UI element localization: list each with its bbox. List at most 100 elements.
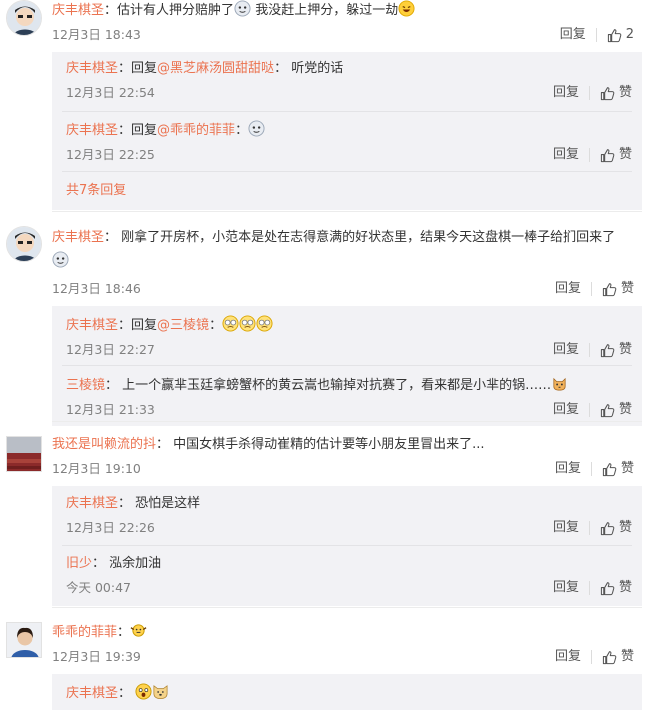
- thumbs-up-icon: [602, 650, 617, 664]
- emoji-shocked-icon: [135, 683, 152, 700]
- like-button[interactable]: 2: [607, 26, 634, 44]
- comment-meta: 12月3日 18:46 回复 赞: [52, 280, 642, 298]
- reply-button[interactable]: 回复: [553, 341, 579, 359]
- reply-button[interactable]: 回复: [553, 146, 579, 164]
- divider: [588, 343, 590, 357]
- divider: [588, 521, 590, 535]
- comment-actions: 回复 赞: [555, 280, 634, 298]
- replies-panel: 庆丰棋圣： 恐怕是这样 12月3日 22:26 回复 赞 旧少： 泓余加油 今天…: [52, 486, 642, 606]
- like-button[interactable]: 赞: [602, 648, 634, 666]
- reply-button[interactable]: 回复: [553, 84, 579, 102]
- like-button[interactable]: 赞: [600, 84, 632, 102]
- emoji-tears-icon: [239, 315, 256, 332]
- thumbs-up-icon: [600, 86, 615, 100]
- reply-text: 泓余加油: [109, 556, 162, 571]
- like-label: 赞: [618, 85, 632, 100]
- reply-user-link[interactable]: 庆丰棋圣: [66, 686, 118, 701]
- replies-panel: 庆丰棋圣：: [52, 674, 642, 710]
- emoji-tears-icon: [222, 315, 239, 332]
- like-button[interactable]: 赞: [600, 579, 632, 597]
- comment-time: 12月3日 18:43: [52, 27, 141, 42]
- divider: [588, 148, 590, 162]
- comment: 我还是叫赖流的抖： 中国女棋手杀得动崔精的估计要等小朋友里冒出来了... 12月…: [0, 422, 650, 608]
- mention-link[interactable]: @三棱镜: [157, 318, 209, 333]
- comment-body: 庆丰棋圣： 刚拿了开房杯，小范本是处在志得意满的好状态里，结果今天这盘棋一棒子给…: [52, 226, 642, 274]
- reply-button[interactable]: 回复: [555, 280, 581, 298]
- comment-actions: 回复 赞: [555, 460, 634, 478]
- reply-time: 12月3日 22:26: [66, 520, 155, 535]
- reply-meta: 12月3日 22:27 回复 赞: [66, 341, 642, 359]
- avatar[interactable]: [6, 622, 42, 658]
- like-button[interactable]: 赞: [602, 280, 634, 298]
- reply-item: 庆丰棋圣：回复@黑芝麻汤圆甜甜哒： 听党的话 12月3日 22:54 回复 赞: [52, 52, 642, 112]
- comment-user-link[interactable]: 庆丰棋圣: [52, 3, 104, 18]
- reply-user-link[interactable]: 庆丰棋圣: [66, 496, 118, 511]
- reply-meta: 12月3日 21:33 回复 赞: [66, 401, 642, 419]
- divider: [588, 581, 590, 595]
- avatar[interactable]: [6, 226, 42, 262]
- reply-item: 三棱镜： 上一个赢芈玉廷拿螃蟹杯的黄云嵩也输掉对抗赛了，看来都是小芈的锅…… 1…: [52, 366, 642, 426]
- reply-time: 12月3日 21:33: [66, 402, 155, 417]
- reply-button[interactable]: 回复: [555, 460, 581, 478]
- avatar[interactable]: [6, 436, 42, 472]
- reply-button[interactable]: 回复: [553, 401, 579, 419]
- comment-time: 12月3日 18:46: [52, 281, 141, 296]
- like-button[interactable]: 赞: [602, 460, 634, 478]
- replies-panel: 庆丰棋圣：回复@三棱镜： 12月3日 22:27 回复 赞 三棱镜： 上一个赢芈…: [52, 306, 642, 426]
- comment-body: 乖乖的菲菲：: [52, 622, 642, 642]
- mention-link[interactable]: @黑芝麻汤圆甜甜哒: [157, 61, 274, 76]
- reply-user-link[interactable]: 庆丰棋圣: [66, 61, 118, 76]
- thumbs-up-icon: [600, 581, 615, 595]
- reply-actions: 回复 赞: [553, 519, 632, 537]
- like-button[interactable]: 赞: [600, 146, 632, 164]
- reply-button[interactable]: 回复: [553, 519, 579, 537]
- thumbs-up-icon: [602, 462, 617, 476]
- comment-user-link[interactable]: 庆丰棋圣: [52, 230, 104, 245]
- more-replies-row: 共7条回复: [52, 172, 642, 210]
- comment-text-2: 我没赶上押分，躲过一劫: [255, 3, 399, 18]
- comment: 庆丰棋圣：估计有人押分赔肿了 我没赶上押分，躲过一劫 12月3日 18:43 回…: [0, 0, 650, 212]
- comment-text: 刚拿了开房杯，小范本是处在志得意满的好状态里，结果今天这盘棋一棒子给扪回来了: [121, 230, 616, 245]
- reply-item: 庆丰棋圣： 恐怕是这样 12月3日 22:26 回复 赞: [52, 486, 642, 546]
- mention-link[interactable]: @乖乖的菲菲: [157, 123, 235, 138]
- thumbs-up-icon: [600, 343, 615, 357]
- reply-meta: 12月3日 22:25 回复 赞: [66, 146, 642, 164]
- divider: [588, 86, 590, 100]
- replies-panel: 庆丰棋圣：回复@黑芝麻汤圆甜甜哒： 听党的话 12月3日 22:54 回复 赞 …: [52, 52, 642, 210]
- comment-text: 估计有人押分赔肿了: [117, 3, 235, 18]
- comment-user-link[interactable]: 乖乖的菲菲: [52, 625, 117, 640]
- reply-user-link[interactable]: 旧少: [66, 556, 92, 571]
- reply-button[interactable]: 回复: [553, 579, 579, 597]
- reply-meta: 12月3日 22:26 回复 赞: [66, 519, 642, 537]
- emoji-doge-icon: [152, 683, 169, 700]
- like-label: 赞: [618, 147, 632, 162]
- more-replies-link[interactable]: 共7条回复: [66, 183, 126, 198]
- reply-time: 今天 00:47: [66, 580, 131, 595]
- reply-user-link[interactable]: 庆丰棋圣: [66, 123, 118, 138]
- like-button[interactable]: 赞: [600, 341, 632, 359]
- emoji-cat-icon: [551, 375, 568, 392]
- thumbs-up-icon: [600, 403, 615, 417]
- reply-time: 12月3日 22:25: [66, 147, 155, 162]
- emoji-face-icon: [234, 0, 251, 17]
- reply-prefix: 回复: [131, 318, 158, 333]
- reply-meta: 今天 00:47 回复 赞: [66, 579, 642, 597]
- like-button[interactable]: 赞: [600, 401, 632, 419]
- reply-user-link[interactable]: 三棱镜: [66, 378, 105, 393]
- reply-text: 听党的话: [291, 61, 344, 76]
- reply-item: 旧少： 泓余加油 今天 00:47 回复 赞: [52, 546, 642, 606]
- comment-text: 中国女棋手杀得动崔精的估计要等小朋友里冒出来了...: [173, 437, 485, 452]
- comment-actions: 回复 2: [560, 26, 634, 44]
- reply-time: 12月3日 22:54: [66, 85, 155, 100]
- reply-button[interactable]: 回复: [560, 26, 586, 44]
- reply-time: 12月3日 22:27: [66, 342, 155, 357]
- comment-user-link[interactable]: 我还是叫赖流的抖: [52, 437, 156, 452]
- like-label: 赞: [620, 281, 634, 296]
- avatar[interactable]: [6, 0, 42, 36]
- reply-user-link[interactable]: 庆丰棋圣: [66, 318, 118, 333]
- like-button[interactable]: 赞: [600, 519, 632, 537]
- divider: [590, 462, 592, 476]
- comment-time: 12月3日 19:10: [52, 461, 141, 476]
- thumbs-up-icon: [607, 28, 622, 42]
- reply-button[interactable]: 回复: [555, 648, 581, 666]
